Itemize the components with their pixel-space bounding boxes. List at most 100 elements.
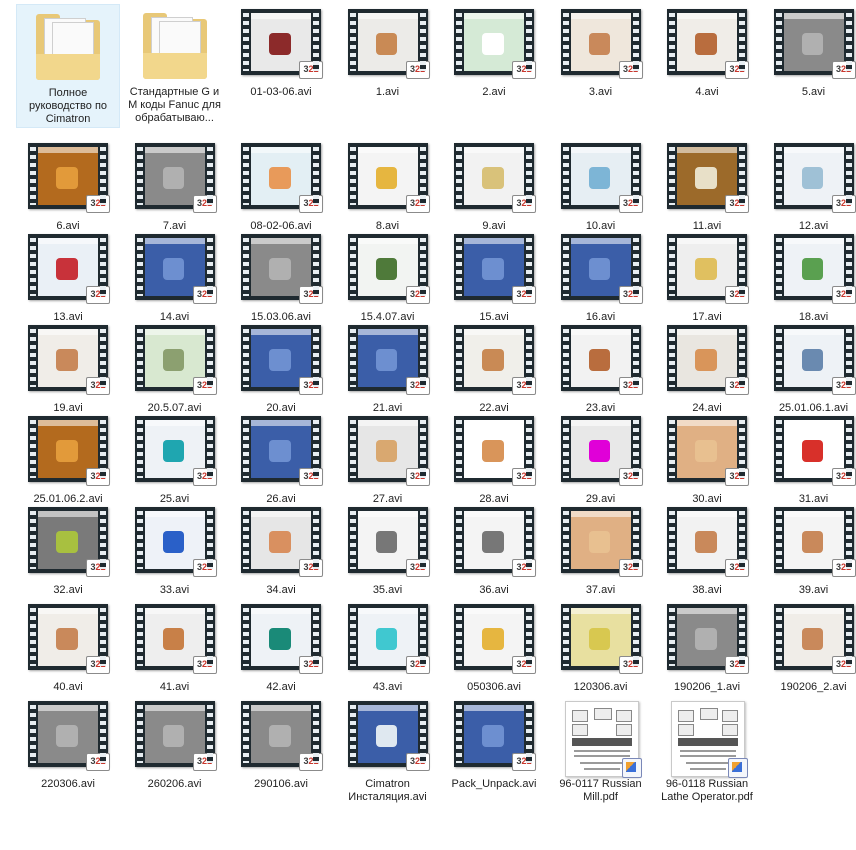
video-file-item[interactable]: 321 4.avi <box>655 4 759 128</box>
file-name-label: 220306.avi <box>41 778 95 790</box>
file-name-label: 120306.avi <box>573 681 628 693</box>
media-player-badge-icon: 321 <box>831 656 856 674</box>
file-name-label: 3.avi <box>588 86 613 98</box>
media-player-badge-icon: 321 <box>725 377 749 395</box>
file-name-label: 5.avi <box>801 86 826 98</box>
media-player-badge-icon: 321 <box>725 656 749 674</box>
media-player-badge-icon: 321 <box>192 656 217 674</box>
video-thumbnail: 321 <box>342 699 434 775</box>
media-player-badge-icon: 321 <box>405 656 430 674</box>
video-thumbnail: 321 <box>342 602 434 678</box>
video-thumbnail: 321 <box>448 602 540 678</box>
badge-text-b: 21 <box>841 380 852 390</box>
video-file-item[interactable]: 321 3.avi <box>549 4 653 128</box>
film-strip-icon: 321 <box>773 325 856 395</box>
video-thumbnail: 321 <box>342 232 434 308</box>
video-file-item[interactable]: 321 5.avi <box>762 4 856 128</box>
film-strip-icon: 321 <box>134 234 217 304</box>
media-player-badge-icon: 321 <box>192 377 217 395</box>
file-name-label: 96-0118 Russian Lathe Operator.pdf <box>661 778 753 803</box>
file-name-label: Полное руководство по Cimatron <box>28 87 108 125</box>
media-player-badge-icon: 321 <box>725 468 749 486</box>
badge-text-b: 21 <box>521 756 532 766</box>
badge-text-b: 21 <box>415 471 426 481</box>
pdf-file-item[interactable]: 96-0117 Russian Mill.pdf <box>549 696 653 820</box>
video-file-item[interactable]: 321 260206.avi <box>123 696 227 820</box>
badge-text-b: 21 <box>734 289 745 299</box>
badge-text-b: 21 <box>415 64 426 74</box>
video-thumbnail: 321 <box>768 141 856 217</box>
pdf-icon <box>661 699 753 778</box>
media-player-badge-icon: 321 <box>725 61 749 79</box>
media-player-badge-icon: 321 <box>512 468 536 486</box>
file-name-label: 4.avi <box>695 86 719 98</box>
file-name-label: 41.avi <box>159 681 190 693</box>
badge-text-b: 21 <box>308 289 319 299</box>
file-name-label: 43.avi <box>372 681 403 693</box>
video-file-item[interactable]: 321 01-03-06.avi <box>229 4 333 128</box>
pdf-file-item[interactable]: 96-0118 Russian Lathe Operator.pdf <box>655 696 759 820</box>
video-thumbnail: 321 <box>342 323 434 399</box>
badge-text-b: 21 <box>308 471 319 481</box>
video-file-item[interactable]: 321 2.avi <box>442 4 546 128</box>
video-file-item[interactable]: 321 1.avi <box>336 4 440 128</box>
video-thumbnail: 321 <box>342 414 434 490</box>
film-strip-icon: 321 <box>773 604 856 674</box>
file-name-label: Pack_Unpack.avi <box>451 778 537 790</box>
badge-text-b: 21 <box>308 198 319 208</box>
video-thumbnail: 321 <box>342 7 434 83</box>
video-thumbnail: 321 <box>342 505 434 581</box>
video-thumbnail: 321 <box>555 414 647 490</box>
film-strip-icon: 321 <box>347 143 430 213</box>
video-thumbnail: 321 <box>22 414 114 490</box>
folder-item[interactable]: Стандартные G и M коды Fanuc для обрабат… <box>123 4 227 128</box>
badge-text-b: 21 <box>308 562 319 572</box>
video-file-item[interactable]: 321 290106.avi <box>229 696 333 820</box>
video-thumbnail: 321 <box>768 602 856 678</box>
film-strip-icon: 321 <box>28 701 110 771</box>
folder-item[interactable]: Полное руководство по Cimatron <box>16 4 120 128</box>
media-player-badge-icon: 321 <box>86 468 110 486</box>
film-strip-icon: 321 <box>454 604 536 674</box>
file-name-label: 42.avi <box>266 681 296 693</box>
file-grid: Полное руководство по Cimatron Стандартны… <box>0 0 856 850</box>
badge-text-b: 21 <box>415 380 426 390</box>
film-strip-icon: 321 <box>560 604 643 674</box>
media-player-badge-icon: 321 <box>86 195 110 213</box>
badge-text-b: 21 <box>841 471 852 481</box>
video-thumbnail: 321 <box>129 505 221 581</box>
media-player-badge-icon: 321 <box>299 61 323 79</box>
film-strip-icon: 321 <box>667 143 749 213</box>
video-file-item[interactable]: 321 190206_2.avi <box>762 599 856 723</box>
film-strip-icon: 321 <box>667 325 749 395</box>
file-name-label: 32.avi <box>53 584 83 596</box>
badge-text-b: 21 <box>308 659 319 669</box>
badge-text-b: 21 <box>415 659 426 669</box>
video-thumbnail: 321 <box>235 232 327 308</box>
video-file-item[interactable]: 321 Cimatron Инсталяция.avi <box>336 696 440 820</box>
video-thumbnail: 321 <box>661 414 753 490</box>
video-thumbnail: 321 <box>555 602 647 678</box>
video-file-item[interactable]: 321 220306.avi <box>16 696 120 820</box>
film-strip-icon: 321 <box>28 234 110 304</box>
video-thumbnail: 321 <box>235 323 327 399</box>
film-strip-icon: 321 <box>241 325 323 395</box>
file-name-label: 96-0117 Russian Mill.pdf <box>559 778 642 803</box>
pdf-icon <box>555 699 647 778</box>
film-strip-icon: 321 <box>28 507 110 577</box>
film-strip-icon: 321 <box>134 325 217 395</box>
film-strip-icon: 321 <box>773 416 856 486</box>
video-thumbnail: 321 <box>235 602 327 678</box>
video-thumbnail: 321 <box>22 141 114 217</box>
badge-text-b: 21 <box>521 289 532 299</box>
film-strip-icon: 321 <box>28 143 110 213</box>
video-thumbnail: 321 <box>768 232 856 308</box>
video-file-item[interactable]: 321 Pack_Unpack.avi <box>442 696 546 820</box>
film-strip-icon: 321 <box>347 9 430 79</box>
badge-text-b: 21 <box>95 471 106 481</box>
film-strip-icon: 321 <box>347 416 430 486</box>
media-player-badge-icon: 321 <box>86 656 110 674</box>
badge-text-b: 21 <box>202 198 213 208</box>
media-player-badge-icon: 321 <box>192 559 217 577</box>
badge-text-b: 21 <box>628 562 639 572</box>
